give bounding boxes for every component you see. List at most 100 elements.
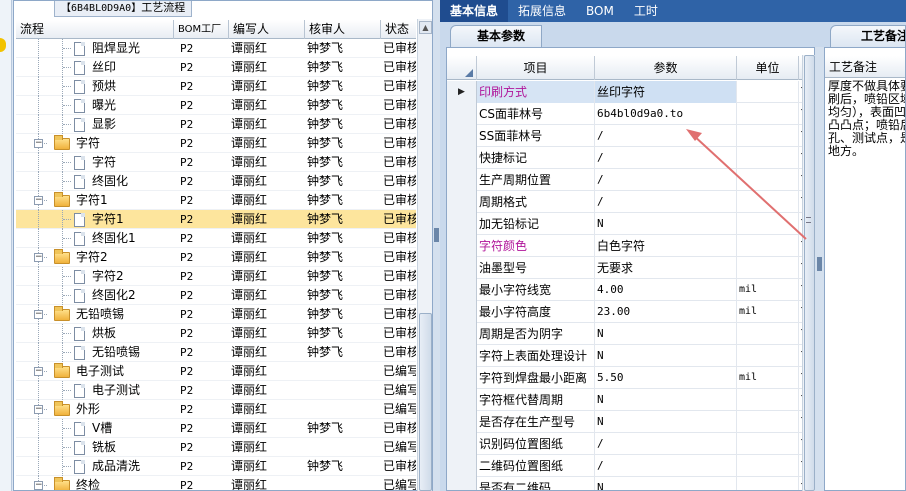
unit-cell[interactable]	[737, 81, 799, 103]
param-cell[interactable]: 无要求	[595, 257, 737, 279]
item-cell[interactable]: 油墨型号	[477, 257, 595, 279]
collapse-icon[interactable]: −	[34, 310, 43, 319]
row-selector[interactable]	[447, 477, 477, 490]
unit-cell[interactable]	[737, 257, 799, 279]
grid-scrollbar-thumb[interactable]	[804, 55, 815, 491]
tree-node[interactable]: 成品清洗	[16, 457, 174, 476]
row-selector[interactable]	[447, 169, 477, 191]
tree-row[interactable]: 铣板 P2 谭丽红 已编写	[16, 438, 416, 457]
scroll-up-icon[interactable]: ▲	[419, 21, 432, 34]
tree-row[interactable]: − 字符 P2 谭丽红 钟梦飞 已审核	[16, 134, 416, 153]
row-selector[interactable]	[447, 235, 477, 257]
row-selector[interactable]	[447, 345, 477, 367]
unit-cell[interactable]	[737, 389, 799, 411]
param-cell[interactable]: N	[595, 389, 737, 411]
unit-cell[interactable]	[737, 169, 799, 191]
tree-row[interactable]: − 字符1 P2 谭丽红 钟梦飞 已审核	[16, 191, 416, 210]
tree-row[interactable]: 丝印 P2 谭丽红 钟梦飞 已审核	[16, 58, 416, 77]
tree-node[interactable]: 丝印	[16, 58, 174, 77]
splitter-grip-icon[interactable]	[434, 228, 439, 242]
tree-row[interactable]: 无铅喷锡 P2 谭丽红 钟梦飞 已审核	[16, 343, 416, 362]
grid-row[interactable]: 周期格式/Y	[447, 191, 814, 213]
note-splitter[interactable]	[815, 47, 824, 491]
tree-node[interactable]: − 电子测试	[16, 362, 174, 381]
tree-row[interactable]: 成品清洗 P2 谭丽红 钟梦飞 已审核	[16, 457, 416, 476]
tree-row[interactable]: 终固化1 P2 谭丽红 钟梦飞 已审核	[16, 229, 416, 248]
tab-basic-info[interactable]: 基本信息	[440, 0, 509, 22]
grid-row[interactable]: 最小字符线宽4.00milY	[447, 279, 814, 301]
item-cell[interactable]: 是否有二维码	[477, 477, 595, 490]
column-header-param[interactable]: 参数	[595, 56, 737, 80]
tree-node[interactable]: 电子测试	[16, 381, 174, 400]
param-cell[interactable]: 5.50	[595, 367, 737, 389]
unit-cell[interactable]	[737, 433, 799, 455]
unit-cell[interactable]	[737, 213, 799, 235]
tree-row[interactable]: 字符 P2 谭丽红 钟梦飞 已审核	[16, 153, 416, 172]
grid-row[interactable]: SS面菲林号/Y	[447, 125, 814, 147]
tree-node[interactable]: 烘板	[16, 324, 174, 343]
item-cell[interactable]: 最小字符高度	[477, 301, 595, 323]
grid-row[interactable]: 是否有二维码NY	[447, 477, 814, 490]
tree-node[interactable]: − 字符1	[16, 191, 174, 210]
tree-node[interactable]: − 无铅喷锡	[16, 305, 174, 324]
tree-node[interactable]: 显影	[16, 115, 174, 134]
param-cell[interactable]: /	[595, 169, 737, 191]
item-cell[interactable]: 识别码位置图纸	[477, 433, 595, 455]
row-selector[interactable]	[447, 125, 477, 147]
unit-cell[interactable]	[737, 191, 799, 213]
param-cell[interactable]: N	[595, 323, 737, 345]
grid-row[interactable]: 周期是否为阴字NY	[447, 323, 814, 345]
unit-cell[interactable]	[737, 411, 799, 433]
tree-node[interactable]: 曝光	[16, 96, 174, 115]
grid-row[interactable]: 二维码位置图纸/Y	[447, 455, 814, 477]
tree-row[interactable]: − 电子测试 P2 谭丽红 已编写	[16, 362, 416, 381]
item-cell[interactable]: 印刷方式	[477, 81, 595, 103]
item-cell[interactable]: 快捷标记	[477, 147, 595, 169]
grid-row[interactable]: ▶印刷方式丝印字符Y	[447, 81, 814, 103]
tree-node[interactable]: 预烘	[16, 77, 174, 96]
tree-row[interactable]: V槽 P2 谭丽红 钟梦飞 已审核	[16, 419, 416, 438]
tree-node[interactable]: 终固化2	[16, 286, 174, 305]
column-header-reviewer[interactable]: 核审人	[305, 20, 381, 39]
tree-node[interactable]: − 外形	[16, 400, 174, 419]
tree-node[interactable]: 终固化	[16, 172, 174, 191]
param-cell[interactable]: /	[595, 191, 737, 213]
item-cell[interactable]: 二维码位置图纸	[477, 455, 595, 477]
grid-row[interactable]: 是否存在生产型号NY	[447, 411, 814, 433]
row-selector[interactable]	[447, 147, 477, 169]
collapse-icon[interactable]: −	[34, 139, 43, 148]
unit-cell[interactable]	[737, 103, 799, 125]
row-selector[interactable]	[447, 411, 477, 433]
grid-row[interactable]: 识别码位置图纸/Y	[447, 433, 814, 455]
row-selector[interactable]	[447, 279, 477, 301]
tree-row[interactable]: 烘板 P2 谭丽红 钟梦飞 已审核	[16, 324, 416, 343]
grid-row[interactable]: 生产周期位置/Y	[447, 169, 814, 191]
grid-row[interactable]: CS面菲林号6b4bl0d9a0.toY	[447, 103, 814, 125]
tree-node[interactable]: 无铅喷锡	[16, 343, 174, 362]
tree-row[interactable]: 终固化 P2 谭丽红 钟梦飞 已审核	[16, 172, 416, 191]
row-selector[interactable]	[447, 323, 477, 345]
tab-process-notes[interactable]: 工艺备注	[830, 25, 906, 47]
column-header-bom[interactable]: BOM工厂	[174, 20, 229, 39]
item-cell[interactable]: 最小字符线宽	[477, 279, 595, 301]
tree-row[interactable]: − 字符2 P2 谭丽红 钟梦飞 已审核	[16, 248, 416, 267]
tree-node[interactable]: V槽	[16, 419, 174, 438]
collapse-icon[interactable]: −	[34, 253, 43, 262]
grid-row[interactable]: 加无铅标记NY	[447, 213, 814, 235]
tree-node[interactable]: − 字符2	[16, 248, 174, 267]
unit-cell[interactable]	[737, 235, 799, 257]
tree-node[interactable]: 终固化1	[16, 229, 174, 248]
column-header-writer[interactable]: 编写人	[229, 20, 305, 39]
param-cell[interactable]: N	[595, 213, 737, 235]
scrollbar-thumb[interactable]	[419, 313, 432, 491]
tree-node[interactable]: 阻焊显光	[16, 39, 174, 58]
notes-text[interactable]: 厚度不做具体要 刷后，喷铅区域 均匀），表面凹 凸凸点；喷铅后 孔、测试点，是 地方。	[828, 80, 905, 158]
grid-row[interactable]: 字符到焊盘最小距离5.50milY	[447, 367, 814, 389]
tree-node[interactable]: − 字符	[16, 134, 174, 153]
tree-node[interactable]: 字符	[16, 153, 174, 172]
tree-row[interactable]: 电子测试 P2 谭丽红 已编写	[16, 381, 416, 400]
tree-row[interactable]: 字符2 P2 谭丽红 钟梦飞 已审核	[16, 267, 416, 286]
unit-cell[interactable]	[737, 323, 799, 345]
grid-row[interactable]: 字符框代替周期NY	[447, 389, 814, 411]
tree-row[interactable]: 曝光 P2 谭丽红 钟梦飞 已审核	[16, 96, 416, 115]
